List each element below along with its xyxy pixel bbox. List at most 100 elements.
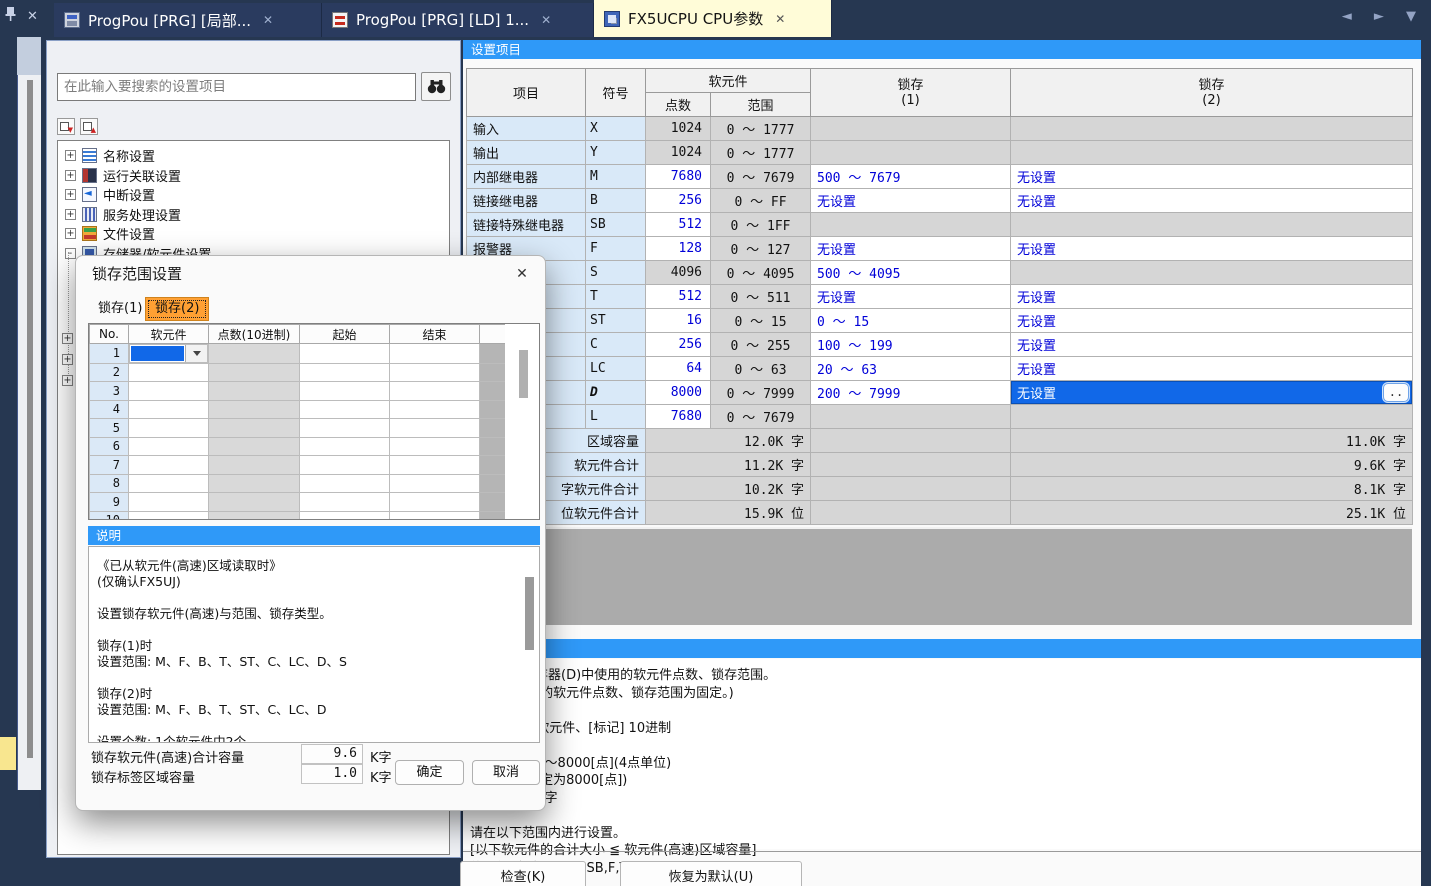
points-cell[interactable]	[209, 437, 300, 456]
search-input[interactable]	[57, 73, 416, 101]
range-cell[interactable]: 0 ～ 1777	[711, 117, 811, 141]
device-cell[interactable]	[129, 511, 209, 520]
range-cell[interactable]: 0 ～ 7999	[711, 381, 811, 405]
latch1-cell[interactable]: 无设置	[811, 237, 1011, 261]
points-cell[interactable]: 512	[646, 213, 711, 237]
tab-cpu-parameter[interactable]: FX5UCPU CPU参数 ✕	[594, 0, 832, 37]
points-cell[interactable]	[209, 363, 300, 382]
points-cell[interactable]: 16	[646, 309, 711, 333]
tab-latch2[interactable]: 锁存(2)	[145, 297, 209, 321]
device-cell[interactable]	[129, 437, 209, 456]
points-cell[interactable]: 1024	[646, 141, 711, 165]
range-cell[interactable]: 0 ～ 127	[711, 237, 811, 261]
points-cell[interactable]: 256	[646, 189, 711, 213]
end-cell[interactable]	[390, 400, 480, 419]
sidebar-item-interrupt[interactable]: +中断设置	[58, 185, 449, 205]
start-cell[interactable]	[300, 474, 390, 493]
start-cell[interactable]	[300, 363, 390, 382]
tab-close-icon[interactable]: ✕	[263, 13, 273, 27]
points-cell[interactable]	[209, 511, 300, 520]
latch1-cell[interactable]: 无设置	[811, 189, 1011, 213]
device-cell[interactable]	[129, 344, 208, 363]
points-cell[interactable]	[209, 344, 300, 364]
latch1-cell[interactable]	[811, 405, 1011, 429]
tab-progpou-ld[interactable]: ProgPou [PRG] [LD] 1... ✕	[322, 3, 594, 37]
latch1-cell[interactable]	[811, 141, 1011, 165]
latch2-cell[interactable]	[1011, 141, 1413, 165]
points-cell[interactable]: 7680	[646, 165, 711, 189]
range-cell[interactable]: 0 ～ 7679	[711, 165, 811, 189]
expand-icon[interactable]: +	[62, 375, 73, 386]
end-cell[interactable]	[390, 437, 480, 456]
end-cell[interactable]	[390, 493, 480, 512]
latch1-cell[interactable]: 0 ～ 15	[811, 309, 1011, 333]
device-cell[interactable]	[129, 400, 209, 419]
dock-scrollbar[interactable]	[27, 80, 33, 758]
points-cell[interactable]: 128	[646, 237, 711, 261]
start-cell[interactable]	[300, 419, 390, 438]
sidebar-item-run[interactable]: +运行关联设置	[58, 166, 449, 186]
check-button[interactable]: 检查(K)	[460, 861, 586, 886]
latch2-cell[interactable]	[1011, 405, 1413, 429]
latch2-cell-selected[interactable]: 无设置..	[1011, 381, 1413, 405]
end-cell[interactable]	[390, 382, 480, 401]
expand-icon[interactable]: +	[65, 209, 76, 220]
points-cell[interactable]	[209, 493, 300, 512]
end-cell[interactable]	[390, 511, 480, 520]
latch1-cell[interactable]	[811, 117, 1011, 141]
sidebar-item-service[interactable]: +服务处理设置	[58, 205, 449, 225]
tab-close-icon[interactable]: ✕	[775, 12, 785, 26]
latch2-cell[interactable]	[1011, 117, 1413, 141]
latch2-cell[interactable]: 无设置	[1011, 189, 1413, 213]
device-cell[interactable]	[129, 474, 209, 493]
cancel-button[interactable]: 取消	[472, 760, 540, 785]
pin-icon[interactable]	[4, 6, 17, 26]
range-cell[interactable]: 0 ～ 511	[711, 285, 811, 309]
expand-icon[interactable]: +	[65, 150, 76, 161]
points-cell[interactable]: 8000	[646, 381, 711, 405]
latch2-cell[interactable]: 无设置	[1011, 333, 1413, 357]
expand-icon[interactable]: +	[65, 189, 76, 200]
latch1-cell[interactable]: 100 ～ 199	[811, 333, 1011, 357]
range-cell[interactable]: 0 ～ 63	[711, 357, 811, 381]
range-cell[interactable]: 0 ～ 7679	[711, 405, 811, 429]
description-scrollbar[interactable]	[525, 577, 534, 650]
latch1-cell[interactable]: 20 ～ 63	[811, 357, 1011, 381]
tab-scroll-arrows[interactable]: ◄ ► ▼	[1342, 9, 1425, 24]
start-cell[interactable]	[300, 437, 390, 456]
dialog-close-icon[interactable]: ✕	[508, 261, 536, 287]
end-cell[interactable]	[390, 363, 480, 382]
device-cell[interactable]	[129, 382, 209, 401]
end-cell[interactable]	[390, 474, 480, 493]
points-cell[interactable]: 1024	[646, 117, 711, 141]
expand-icon[interactable]: +	[62, 333, 73, 344]
points-cell[interactable]: 4096	[646, 261, 711, 285]
latch2-cell[interactable]: 无设置	[1011, 357, 1413, 381]
end-cell[interactable]	[390, 419, 480, 438]
latch2-cell[interactable]: 无设置	[1011, 165, 1413, 189]
latch2-cell[interactable]	[1011, 213, 1413, 237]
tab-progpou-local[interactable]: ProgPou [PRG] [局部... ✕	[54, 3, 322, 37]
expand-icon[interactable]: +	[62, 354, 73, 365]
device-dropdown-button[interactable]	[185, 345, 207, 362]
points-cell[interactable]: 512	[646, 285, 711, 309]
points-cell[interactable]	[209, 382, 300, 401]
points-cell[interactable]	[209, 419, 300, 438]
end-cell[interactable]	[390, 344, 480, 364]
range-cell[interactable]: 0 ～ 1FF	[711, 213, 811, 237]
device-cell[interactable]	[129, 419, 209, 438]
latch1-cell[interactable]	[811, 213, 1011, 237]
start-cell[interactable]	[300, 400, 390, 419]
latch2-cell[interactable]: 无设置	[1011, 237, 1413, 261]
sidebar-item-file[interactable]: +文件设置	[58, 224, 449, 244]
points-cell[interactable]: 7680	[646, 405, 711, 429]
device-cell[interactable]	[129, 363, 209, 382]
latch2-cell[interactable]: 无设置	[1011, 285, 1413, 309]
range-cell[interactable]: 0 ～ 255	[711, 333, 811, 357]
latch2-cell[interactable]	[1011, 261, 1413, 285]
start-cell[interactable]	[300, 493, 390, 512]
latch1-cell[interactable]: 200 ～ 7999	[811, 381, 1011, 405]
device-cell[interactable]	[129, 456, 209, 475]
collapse-icon[interactable]: -	[65, 248, 76, 259]
points-cell[interactable]	[209, 474, 300, 493]
